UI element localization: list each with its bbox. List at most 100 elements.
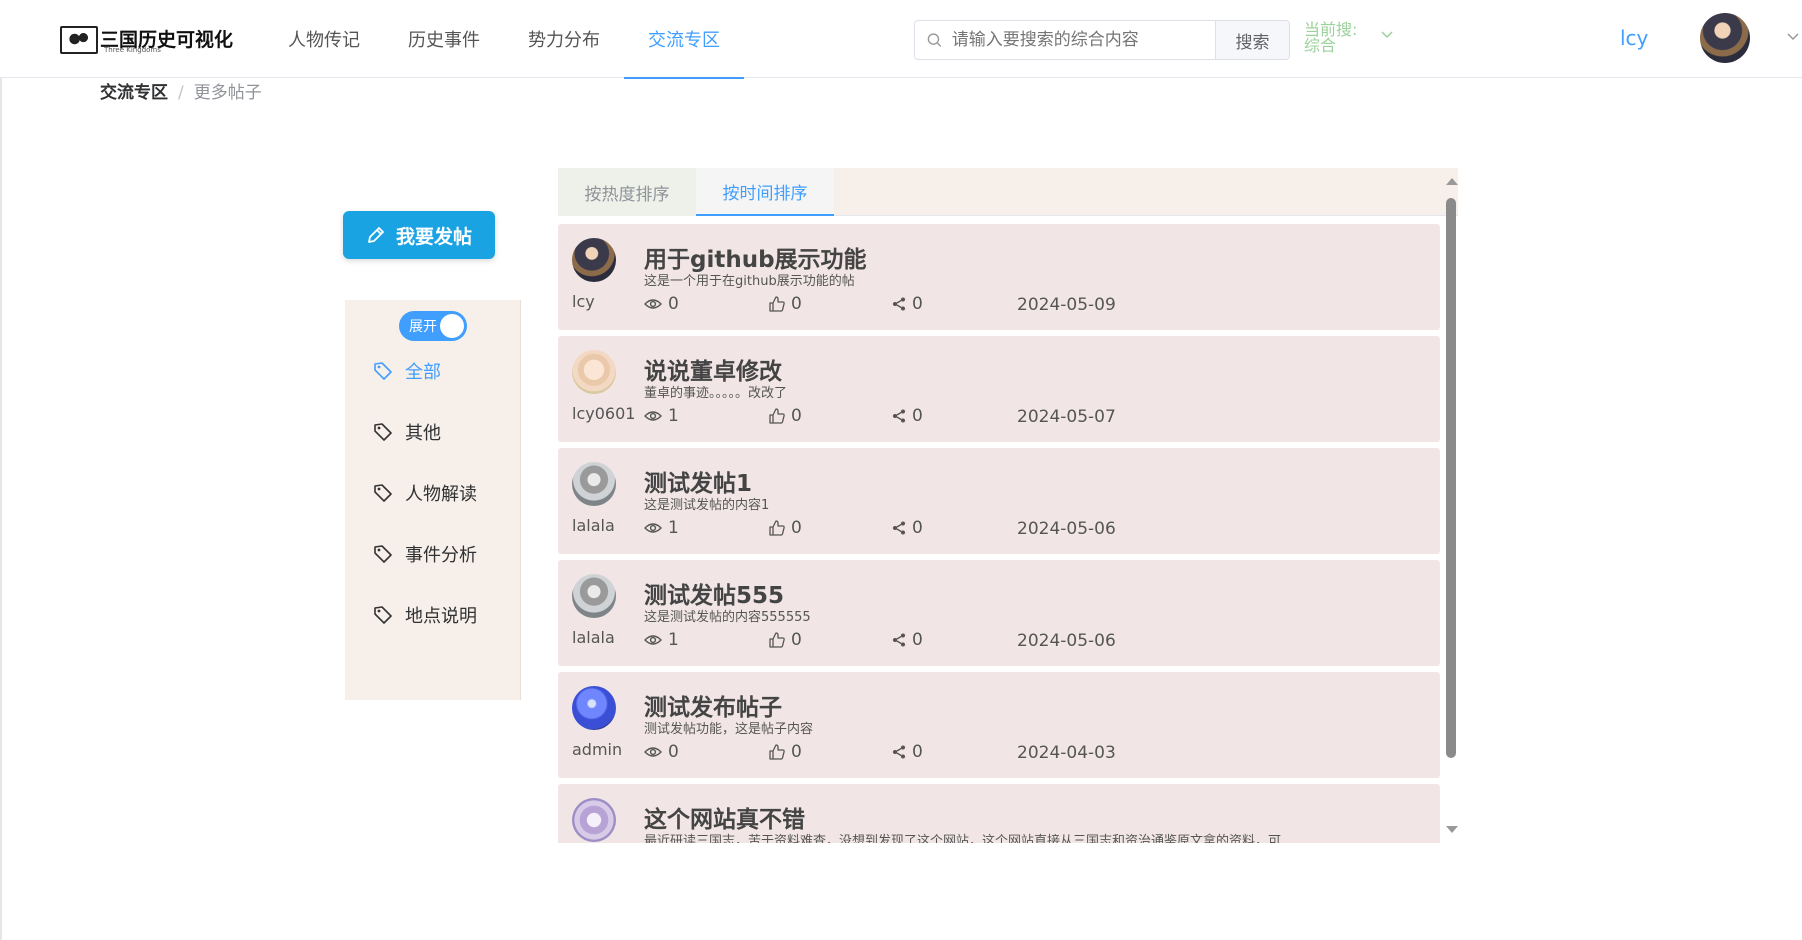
like-count[interactable]: 0 <box>769 518 802 538</box>
post-excerpt: 这是测试发帖的内容555555 <box>644 610 811 625</box>
share-count[interactable]: 0 <box>892 294 923 314</box>
eye-icon <box>644 411 662 421</box>
share-count-value: 0 <box>912 518 923 538</box>
post-list-scrollbar[interactable] <box>1444 168 1458 838</box>
thumbs-up-icon <box>769 296 785 312</box>
search-button[interactable]: 搜索 <box>1215 21 1289 59</box>
nav-item-forum[interactable]: 交流专区 <box>624 0 744 79</box>
post-title[interactable]: 测试发布帖子 <box>644 688 782 722</box>
post-excerpt: 这是一个用于在github展示功能的帖 <box>644 274 855 289</box>
scroll-thumb[interactable] <box>1446 198 1456 758</box>
share-count[interactable]: 0 <box>892 630 923 650</box>
post-title[interactable]: 测试发帖1 <box>644 464 752 498</box>
main-nav: 人物传记 历史事件 势力分布 交流专区 <box>264 0 744 79</box>
category-all[interactable]: 全部 <box>373 356 441 386</box>
chevron-down-icon[interactable] <box>1786 32 1800 42</box>
expand-toggle[interactable]: 展开 <box>399 311 467 341</box>
like-count[interactable]: 0 <box>769 294 802 314</box>
list-item[interactable]: admin 测试发布帖子 测试发帖功能，这是帖子内容 0 0 0 2024-04… <box>558 672 1440 778</box>
category-label: 地点说明 <box>405 606 477 627</box>
list-item[interactable]: lalala 测试发帖1 这是测试发帖的内容1 1 0 0 2024-05-06 <box>558 448 1440 554</box>
post-date: 2024-05-06 <box>1017 631 1116 651</box>
post-title[interactable]: 用于github展示功能 <box>644 240 867 274</box>
breadcrumb: 交流专区 / 更多帖子 <box>100 78 262 103</box>
share-count-value: 0 <box>912 294 923 314</box>
chevron-down-icon[interactable] <box>1380 30 1394 40</box>
post-excerpt: 最近研读三国志，苦于资料难查，没想到发现了这个网站，这个网站直接从三国志和资治通… <box>644 834 1282 843</box>
breadcrumb-root[interactable]: 交流专区 <box>100 83 168 103</box>
pencil-icon <box>368 227 384 243</box>
category-sidebar: 展开 全部 其他 人物解读 事件分析 地点说明 <box>345 300 521 700</box>
scroll-up-arrow-icon[interactable] <box>1446 178 1458 185</box>
avatar <box>572 574 616 618</box>
view-count: 0 <box>644 294 679 314</box>
logo-subtitle: Three Kingdoms <box>104 46 161 54</box>
sort-tabs: 按热度排序 按时间排序 <box>558 168 1458 216</box>
share-icon <box>893 521 905 535</box>
share-count[interactable]: 0 <box>892 406 923 426</box>
eye-icon <box>644 747 662 757</box>
breadcrumb-current: 更多帖子 <box>193 83 262 103</box>
nav-item-events[interactable]: 历史事件 <box>384 0 504 78</box>
view-count: 1 <box>644 518 679 538</box>
post-title[interactable]: 测试发帖555 <box>644 576 784 610</box>
like-count-value: 0 <box>791 294 802 314</box>
view-count-value: 1 <box>668 518 679 538</box>
category-characters[interactable]: 人物解读 <box>373 478 477 508</box>
share-icon <box>893 297 905 311</box>
user-name[interactable]: lcy <box>1620 26 1648 50</box>
avatar <box>572 350 616 394</box>
post-list-panel: 按热度排序 按时间排序 lcy 用于github展示功能 这是一个用于在gith… <box>558 168 1458 843</box>
site-logo[interactable]: 三国历史可视化 <box>60 20 233 60</box>
category-label: 其他 <box>405 423 441 444</box>
like-count[interactable]: 0 <box>769 406 802 426</box>
list-item[interactable]: lalala 测试发帖555 这是测试发帖的内容555555 1 0 0 202… <box>558 560 1440 666</box>
like-count[interactable]: 0 <box>769 630 802 650</box>
post-date: 2024-04-03 <box>1017 743 1116 763</box>
like-count[interactable]: 0 <box>769 742 802 762</box>
share-count-value: 0 <box>912 630 923 650</box>
category-other[interactable]: 其他 <box>373 417 441 447</box>
share-count[interactable]: 0 <box>892 742 923 762</box>
tab-sort-time[interactable]: 按时间排序 <box>696 168 834 216</box>
category-places[interactable]: 地点说明 <box>373 600 477 630</box>
thumbs-up-icon <box>769 408 785 424</box>
post-title[interactable]: 这个网站真不错 <box>644 800 805 834</box>
tab-sort-hot[interactable]: 按热度排序 <box>558 168 696 216</box>
list-item[interactable]: lcy 用于github展示功能 这是一个用于在github展示功能的帖 0 0… <box>558 224 1440 330</box>
list-item[interactable]: lcy0601 说说董卓修改 董卓的事迹。。。。。改改了 1 0 0 2024-… <box>558 336 1440 442</box>
view-count-value: 1 <box>668 630 679 650</box>
new-post-label: 我要发帖 <box>395 225 472 248</box>
category-label: 事件分析 <box>405 545 477 566</box>
tag-icon <box>374 362 392 380</box>
view-count-value: 1 <box>668 406 679 426</box>
view-count-value: 0 <box>668 294 679 314</box>
avatar[interactable] <box>1700 13 1750 63</box>
tag-icon <box>374 484 392 502</box>
thumbs-up-icon <box>769 632 785 648</box>
avatar <box>572 462 616 506</box>
like-count-value: 0 <box>791 518 802 538</box>
share-count-value: 0 <box>912 742 923 762</box>
nav-item-biography[interactable]: 人物传记 <box>264 0 384 78</box>
avatar <box>572 686 616 730</box>
eye-icon <box>644 299 662 309</box>
post-title[interactable]: 说说董卓修改 <box>644 352 782 386</box>
nav-item-factions[interactable]: 势力分布 <box>504 0 624 78</box>
tag-icon <box>374 545 392 563</box>
share-count[interactable]: 0 <box>892 518 923 538</box>
tag-icon <box>374 606 392 624</box>
post-author: lalala <box>572 628 615 647</box>
thumbs-up-icon <box>769 744 785 760</box>
toggle-label: 展开 <box>409 319 437 335</box>
like-count-value: 0 <box>791 630 802 650</box>
list-item[interactable]: 这个网站真不错 最近研读三国志，苦于资料难查，没想到发现了这个网站，这个网站直接… <box>558 784 1440 843</box>
post-date: 2024-05-09 <box>1017 295 1116 315</box>
share-icon <box>893 745 905 759</box>
search-input[interactable] <box>949 29 1215 51</box>
new-post-button[interactable]: 我要发帖 <box>343 211 495 259</box>
category-events[interactable]: 事件分析 <box>373 539 477 569</box>
scroll-down-arrow-icon[interactable] <box>1446 826 1458 833</box>
search-scope-select[interactable]: 当前搜: 综合 <box>1304 22 1374 54</box>
view-count: 1 <box>644 630 679 650</box>
